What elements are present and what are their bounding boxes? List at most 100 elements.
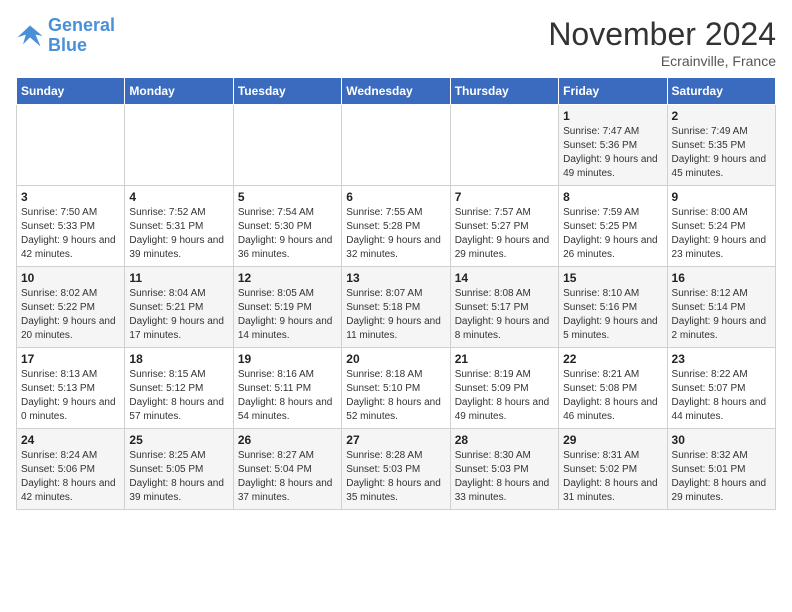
week-row-5: 24 Sunrise: 8:24 AM Sunset: 5:06 PM Dayli… [17,429,776,510]
day-cell [17,105,125,186]
calendar-table: SundayMondayTuesdayWednesdayThursdayFrid… [16,77,776,510]
day-number: 20 [346,352,445,366]
day-cell: 23 Sunrise: 8:22 AM Sunset: 5:07 PM Dayli… [667,348,775,429]
week-row-3: 10 Sunrise: 8:02 AM Sunset: 5:22 PM Dayli… [17,267,776,348]
day-info: Sunrise: 7:54 AM Sunset: 5:30 PM Dayligh… [238,206,337,262]
day-cell: 25 Sunrise: 8:25 AM Sunset: 5:05 PM Dayli… [125,429,233,510]
calendar-header: SundayMondayTuesdayWednesdayThursdayFrid… [17,78,776,105]
logo-line1: General [48,15,115,35]
week-row-4: 17 Sunrise: 8:13 AM Sunset: 5:13 PM Dayli… [17,348,776,429]
day-cell: 21Sunrise: 8:19 AM Sunset: 5:09 PM Dayli… [450,348,558,429]
day-cell: 7 Sunrise: 7:57 AM Sunset: 5:27 PM Daylig… [450,186,558,267]
day-number: 13 [346,271,445,285]
day-cell: 26 Sunrise: 8:27 AM Sunset: 5:04 PM Dayli… [233,429,341,510]
day-number: 2 [672,109,771,123]
day-cell: 11Sunrise: 8:04 AM Sunset: 5:21 PM Dayli… [125,267,233,348]
day-cell: 17 Sunrise: 8:13 AM Sunset: 5:13 PM Dayli… [17,348,125,429]
day-info: Sunrise: 7:50 AM Sunset: 5:33 PM Dayligh… [21,206,120,262]
day-cell: 12 Sunrise: 8:05 AM Sunset: 5:19 PM Dayli… [233,267,341,348]
weekday-row: SundayMondayTuesdayWednesdayThursdayFrid… [17,78,776,105]
weekday-header-thursday: Thursday [450,78,558,105]
day-info: Sunrise: 8:24 AM Sunset: 5:06 PM Dayligh… [21,449,120,505]
day-number: 17 [21,352,120,366]
day-number: 19 [238,352,337,366]
day-info: Sunrise: 8:25 AM Sunset: 5:05 PM Dayligh… [129,449,228,505]
day-cell: 6 Sunrise: 7:55 AM Sunset: 5:28 PM Daylig… [342,186,450,267]
day-info: Sunrise: 8:27 AM Sunset: 5:04 PM Dayligh… [238,449,337,505]
day-number: 8 [563,190,662,204]
day-info: Sunrise: 8:22 AM Sunset: 5:07 PM Dayligh… [672,368,771,424]
day-cell: 2 Sunrise: 7:49 AM Sunset: 5:35 PM Daylig… [667,105,775,186]
day-number: 30 [672,433,771,447]
page-header: General Blue November 2024 Ecrainville, … [16,16,776,69]
weekday-header-tuesday: Tuesday [233,78,341,105]
day-info: Sunrise: 8:08 AM Sunset: 5:17 PM Dayligh… [455,287,554,343]
day-number: 5 [238,190,337,204]
day-cell: 28Sunrise: 8:30 AM Sunset: 5:03 PM Dayli… [450,429,558,510]
day-info: Sunrise: 8:02 AM Sunset: 5:22 PM Dayligh… [21,287,120,343]
day-info: Sunrise: 8:15 AM Sunset: 5:12 PM Dayligh… [129,368,228,424]
day-cell: 1Sunrise: 7:47 AM Sunset: 5:36 PM Daylig… [559,105,667,186]
title-block: November 2024 Ecrainville, France [548,16,776,69]
day-cell: 30 Sunrise: 8:32 AM Sunset: 5:01 PM Dayli… [667,429,775,510]
day-info: Sunrise: 8:18 AM Sunset: 5:10 PM Dayligh… [346,368,445,424]
day-info: Sunrise: 8:32 AM Sunset: 5:01 PM Dayligh… [672,449,771,505]
day-number: 22 [563,352,662,366]
day-info: Sunrise: 7:57 AM Sunset: 5:27 PM Dayligh… [455,206,554,262]
day-number: 7 [455,190,554,204]
day-cell: 8Sunrise: 7:59 AM Sunset: 5:25 PM Daylig… [559,186,667,267]
day-info: Sunrise: 8:07 AM Sunset: 5:18 PM Dayligh… [346,287,445,343]
weekday-header-wednesday: Wednesday [342,78,450,105]
day-cell: 4 Sunrise: 7:52 AM Sunset: 5:31 PM Daylig… [125,186,233,267]
day-info: Sunrise: 8:30 AM Sunset: 5:03 PM Dayligh… [455,449,554,505]
day-info: Sunrise: 8:28 AM Sunset: 5:03 PM Dayligh… [346,449,445,505]
day-cell: 27 Sunrise: 8:28 AM Sunset: 5:03 PM Dayli… [342,429,450,510]
day-info: Sunrise: 8:31 AM Sunset: 5:02 PM Dayligh… [563,449,662,505]
day-info: Sunrise: 8:13 AM Sunset: 5:13 PM Dayligh… [21,368,120,424]
day-info: Sunrise: 7:55 AM Sunset: 5:28 PM Dayligh… [346,206,445,262]
day-cell: 13 Sunrise: 8:07 AM Sunset: 5:18 PM Dayli… [342,267,450,348]
day-number: 11 [129,271,228,285]
day-number: 24 [21,433,120,447]
day-number: 26 [238,433,337,447]
day-cell: 5 Sunrise: 7:54 AM Sunset: 5:30 PM Daylig… [233,186,341,267]
day-number: 23 [672,352,771,366]
day-number: 6 [346,190,445,204]
day-cell: 10 Sunrise: 8:02 AM Sunset: 5:22 PM Dayli… [17,267,125,348]
day-number: 12 [238,271,337,285]
day-number: 25 [129,433,228,447]
day-number: 16 [672,271,771,285]
day-info: Sunrise: 8:19 AM Sunset: 5:09 PM Dayligh… [455,368,554,424]
week-row-1: 1Sunrise: 7:47 AM Sunset: 5:36 PM Daylig… [17,105,776,186]
day-cell: 20 Sunrise: 8:18 AM Sunset: 5:10 PM Dayli… [342,348,450,429]
location: Ecrainville, France [548,53,776,69]
day-cell [125,105,233,186]
day-number: 29 [563,433,662,447]
logo-icon [16,22,44,50]
day-cell: 14Sunrise: 8:08 AM Sunset: 5:17 PM Dayli… [450,267,558,348]
weekday-header-saturday: Saturday [667,78,775,105]
day-info: Sunrise: 7:47 AM Sunset: 5:36 PM Dayligh… [563,125,662,181]
day-info: Sunrise: 8:10 AM Sunset: 5:16 PM Dayligh… [563,287,662,343]
weekday-header-sunday: Sunday [17,78,125,105]
day-number: 4 [129,190,228,204]
logo-line2: Blue [48,35,87,55]
day-number: 27 [346,433,445,447]
day-cell: 9Sunrise: 8:00 AM Sunset: 5:24 PM Daylig… [667,186,775,267]
day-cell: 22 Sunrise: 8:21 AM Sunset: 5:08 PM Dayli… [559,348,667,429]
calendar-body: 1Sunrise: 7:47 AM Sunset: 5:36 PM Daylig… [17,105,776,510]
day-info: Sunrise: 7:49 AM Sunset: 5:35 PM Dayligh… [672,125,771,181]
day-cell: 3Sunrise: 7:50 AM Sunset: 5:33 PM Daylig… [17,186,125,267]
day-info: Sunrise: 8:21 AM Sunset: 5:08 PM Dayligh… [563,368,662,424]
day-info: Sunrise: 8:16 AM Sunset: 5:11 PM Dayligh… [238,368,337,424]
day-number: 10 [21,271,120,285]
month-title: November 2024 [548,16,776,53]
day-cell [233,105,341,186]
day-info: Sunrise: 8:05 AM Sunset: 5:19 PM Dayligh… [238,287,337,343]
day-info: Sunrise: 7:52 AM Sunset: 5:31 PM Dayligh… [129,206,228,262]
day-cell: 24 Sunrise: 8:24 AM Sunset: 5:06 PM Dayli… [17,429,125,510]
day-number: 15 [563,271,662,285]
weekday-header-monday: Monday [125,78,233,105]
day-cell: 15 Sunrise: 8:10 AM Sunset: 5:16 PM Dayli… [559,267,667,348]
week-row-2: 3Sunrise: 7:50 AM Sunset: 5:33 PM Daylig… [17,186,776,267]
